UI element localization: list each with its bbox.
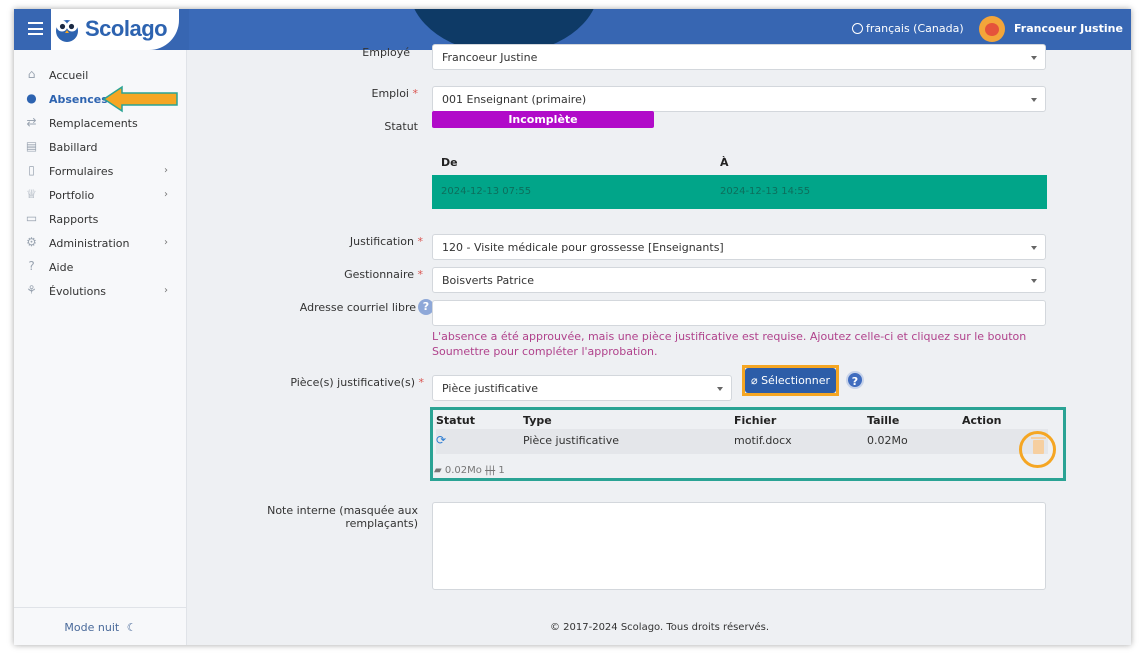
sidebar: ⌂ Accueil ● Absences ⇄ Remplacements ▤ B…	[14, 50, 187, 645]
email-label: Adresse courriel libre	[299, 301, 416, 314]
job-select[interactable]: 001 Enseignant (primaire)	[432, 86, 1046, 112]
user-clock-icon: ●	[26, 91, 37, 105]
sidebar-item-babillard[interactable]: ▤ Babillard	[14, 137, 187, 159]
sidebar-item-formulaires[interactable]: ▯ Formulaires ›	[14, 161, 187, 183]
sidebar-item-aide[interactable]: ? Aide	[14, 257, 187, 279]
chevron-right-icon: ›	[164, 189, 168, 200]
chevron-right-icon: ›	[164, 165, 168, 176]
menu-toggle-icon[interactable]	[28, 22, 43, 35]
button-highlight	[742, 365, 839, 396]
period-row[interactable]: 2024-12-13 07:55 2024-12-13 14:55	[432, 175, 1047, 209]
help-icon[interactable]: ?	[846, 371, 864, 389]
moon-icon: ☾	[126, 621, 137, 634]
globe-icon	[852, 23, 863, 34]
brand-name: Scolago	[85, 16, 168, 41]
callout-arrow	[102, 85, 178, 113]
avatar[interactable]	[979, 16, 1005, 42]
sidebar-item-accueil[interactable]: ⌂ Accueil	[14, 65, 187, 87]
chevron-right-icon: ›	[164, 237, 168, 248]
sidebar-item-portfolio[interactable]: ♕ Portfolio ›	[14, 185, 187, 207]
question-icon: ?	[28, 259, 35, 273]
status-label: Statut	[384, 120, 418, 133]
sprout-icon: ⚘	[26, 283, 37, 297]
user-name[interactable]: Francoeur Justine	[1014, 22, 1123, 35]
owl-logo-icon	[56, 20, 78, 42]
justification-label: Justification *	[349, 235, 423, 248]
period-table-header: De À	[441, 156, 729, 169]
caret-down-icon	[1031, 279, 1037, 283]
status-badge: Incomplète	[432, 111, 654, 128]
employee-label: Employé	[362, 46, 410, 59]
approval-notice: L'absence a été approuvée, mais une pièc…	[432, 330, 1027, 358]
email-field[interactable]	[432, 300, 1046, 326]
home-icon: ⌂	[27, 67, 36, 81]
caret-down-icon	[1031, 56, 1037, 60]
internal-note-textarea[interactable]	[432, 502, 1046, 590]
app-window: Scolago français (Canada) Francoeur Just…	[14, 9, 1131, 645]
sidebar-item-remplacements[interactable]: ⇄ Remplacements	[14, 113, 187, 135]
caret-down-icon	[1031, 246, 1037, 250]
language-label: français (Canada)	[866, 22, 964, 35]
night-mode-toggle[interactable]: Mode nuit ☾	[14, 607, 187, 645]
employee-select[interactable]: Francoeur Justine	[432, 44, 1046, 70]
chevron-right-icon: ›	[164, 285, 168, 296]
caret-down-icon	[717, 387, 723, 391]
sidebar-item-administration[interactable]: ⚙ Administration ›	[14, 233, 187, 255]
sidebar-item-rapports[interactable]: ▭ Rapports	[14, 209, 187, 231]
job-label: Emploi *	[371, 87, 419, 100]
board-icon: ▤	[25, 139, 38, 153]
justification-select[interactable]: 120 - Visite médicale pour grossesse [En…	[432, 234, 1046, 260]
attachment-type-select[interactable]: Pièce justificative	[432, 375, 732, 401]
file-icon: ▯	[28, 163, 35, 177]
trophy-icon: ♕	[26, 187, 37, 201]
manager-label: Gestionnaire *	[344, 268, 423, 281]
logo[interactable]: Scolago	[51, 9, 179, 50]
attachments-label: Pièce(s) justificative(s) *	[290, 376, 424, 389]
report-icon: ▭	[25, 211, 38, 225]
footer-copyright: © 2017-2024 Scolago. Tous droits réservé…	[549, 622, 770, 633]
language-selector[interactable]: français (Canada)	[852, 22, 964, 35]
note-label: Note interne (masquée aux remplaçants)	[267, 504, 418, 530]
main-content: Employé Francoeur Justine Emploi * 001 E…	[188, 44, 1131, 645]
gear-icon: ⚙	[26, 235, 37, 249]
caret-down-icon	[1031, 98, 1037, 102]
table-highlight	[430, 407, 1066, 481]
swap-icon: ⇄	[26, 115, 37, 129]
sidebar-item-evolutions[interactable]: ⚘ Évolutions ›	[14, 281, 187, 303]
manager-select[interactable]: Boisverts Patrice	[432, 267, 1046, 293]
